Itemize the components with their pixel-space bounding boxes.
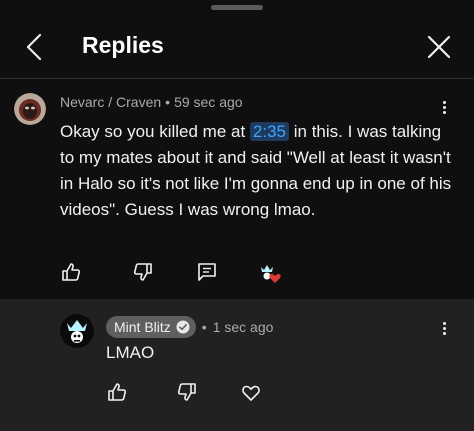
heart-icon[interactable] bbox=[240, 381, 262, 403]
avatar[interactable] bbox=[60, 314, 94, 348]
drag-handle[interactable] bbox=[211, 5, 263, 10]
avatar[interactable] bbox=[14, 93, 46, 125]
comment-text-start: Okay so you killed me at bbox=[60, 122, 250, 141]
more-options-icon[interactable] bbox=[436, 320, 452, 340]
close-icon[interactable] bbox=[424, 32, 454, 62]
header: Replies bbox=[0, 14, 474, 78]
more-options-icon[interactable] bbox=[436, 99, 452, 119]
comment-meta: Nevarc / Craven • 59 sec ago bbox=[60, 94, 243, 110]
author-name: Mint Blitz bbox=[114, 319, 171, 335]
back-arrow-icon[interactable] bbox=[20, 32, 48, 62]
dislike-icon[interactable] bbox=[176, 381, 198, 403]
reply-time: 1 sec ago bbox=[212, 319, 274, 335]
parent-comment: Nevarc / Craven • 59 sec ago Okay so you k… bbox=[0, 79, 474, 299]
author-name[interactable]: Nevarc / Craven bbox=[60, 94, 161, 110]
dislike-icon[interactable] bbox=[132, 261, 154, 283]
page-title: Replies bbox=[82, 32, 164, 58]
like-icon[interactable] bbox=[106, 381, 128, 403]
reply-text: LMAO bbox=[106, 343, 155, 362]
comment-actions bbox=[60, 261, 300, 285]
timestamp-link[interactable]: 2:35 bbox=[249, 122, 290, 141]
reply-actions bbox=[106, 381, 266, 405]
author-badge[interactable]: Mint Blitz bbox=[106, 316, 196, 338]
comment-text: Okay so you killed me at 2:35 in this. I… bbox=[60, 119, 458, 223]
reply-icon[interactable] bbox=[196, 261, 218, 283]
creator-heart-icon bbox=[259, 264, 281, 283]
reply-meta: Mint Blitz • 1 sec ago bbox=[106, 316, 273, 338]
comment-time: 59 sec ago bbox=[174, 94, 243, 110]
like-icon[interactable] bbox=[60, 261, 82, 283]
verified-icon bbox=[176, 320, 190, 334]
